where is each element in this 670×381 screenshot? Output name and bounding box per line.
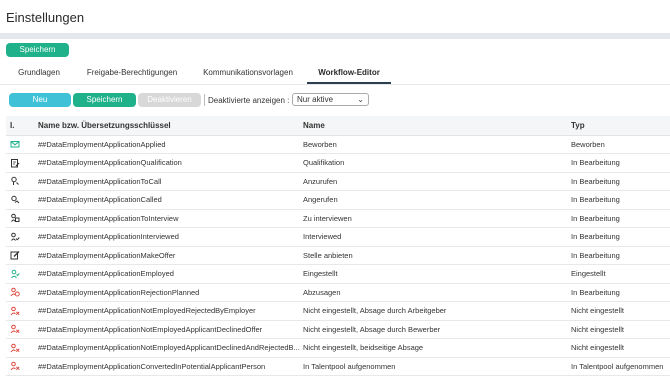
row-key: ##DataEmploymentApplicationToCall xyxy=(32,172,300,191)
row-type: Beworben xyxy=(568,135,670,154)
header-key[interactable]: Name bzw. Übersetzungsschlüssel xyxy=(32,116,300,136)
deactivate-button[interactable]: Deaktivieren xyxy=(138,93,201,107)
row-name: Nicht eingestellt, Absage durch Bewerber xyxy=(300,320,568,339)
row-key: ##DataEmploymentApplicationApplied xyxy=(32,135,300,154)
row-key: ##DataEmploymentApplicationInterviewed xyxy=(32,227,300,247)
header-type[interactable]: Typ xyxy=(568,116,670,136)
tab-kommunikationsvorlagen[interactable]: Kommunikationsvorlagen xyxy=(196,66,300,84)
chevron-down-icon: ⌄ xyxy=(357,95,364,104)
row-type: Nicht eingestellt xyxy=(568,338,670,358)
row-key: ##DataEmploymentApplicationEmployed xyxy=(32,264,300,284)
row-type: Eingestellt xyxy=(568,264,670,284)
row-key: ##DataEmploymentApplicationRejectionPlan… xyxy=(32,283,300,302)
row-name: Qualifikation xyxy=(300,153,568,173)
envelope-icon xyxy=(10,139,20,149)
user-x-icon xyxy=(10,343,20,353)
table-row[interactable]: ##DataEmploymentApplicationQualification… xyxy=(6,153,670,173)
table-row[interactable]: ##DataEmploymentApplicationToCall Anzuruf… xyxy=(6,172,670,191)
show-deactivated-select[interactable]: Nur aktive ⌄ xyxy=(292,93,369,106)
row-type: In Bearbeitung xyxy=(568,172,670,191)
row-key: ##DataEmploymentApplicationQualification xyxy=(32,153,300,173)
tab-freigabe-berechtigungen[interactable]: Freigabe-Berechtigungen xyxy=(80,66,184,84)
row-type: In Bearbeitung xyxy=(568,190,670,210)
show-deactivated-label: Deaktivierte anzeigen : xyxy=(208,96,290,105)
row-type: In Bearbeitung xyxy=(568,246,670,265)
table-row[interactable]: ##DataEmploymentApplicationNotEmployedAp… xyxy=(6,320,670,339)
toolbar-separator xyxy=(204,94,205,106)
tab-workflow-editor[interactable]: Workflow-Editor xyxy=(307,66,391,84)
table-row[interactable]: ##DataEmploymentApplicationConvertedInPo… xyxy=(6,357,670,376)
header-bar: Einstellungen xyxy=(0,0,670,33)
interview-icon xyxy=(10,213,20,223)
row-name: Zu interviewen xyxy=(300,209,568,228)
header-icon[interactable]: I. xyxy=(6,116,32,136)
user-x-icon xyxy=(10,324,20,334)
row-key: ##DataEmploymentApplicationToInterview xyxy=(32,209,300,228)
row-type: In Bearbeitung xyxy=(568,153,670,173)
tab-grundlagen[interactable]: Grundlagen xyxy=(8,66,70,84)
row-type: Nicht eingestellt xyxy=(568,301,670,321)
row-type: In Bearbeitung xyxy=(568,227,670,247)
save-button[interactable]: Speichern xyxy=(73,93,136,107)
show-deactivated-value: Nur aktive xyxy=(297,95,334,104)
header-name[interactable]: Name xyxy=(300,116,568,136)
tab-underline xyxy=(0,84,670,85)
row-name: In Talentpool aufgenommen xyxy=(300,357,568,376)
workflow-table: I. Name bzw. Übersetzungsschlüssel Name … xyxy=(6,116,670,376)
row-type: Nicht eingestellt xyxy=(568,320,670,339)
table-row[interactable]: ##DataEmploymentApplicationNotEmployedAp… xyxy=(6,338,670,358)
table-row[interactable]: ##DataEmploymentApplicationApplied Beworb… xyxy=(6,135,670,154)
row-name: Angerufen xyxy=(300,190,568,210)
table-header-row: I. Name bzw. Übersetzungsschlüssel Name … xyxy=(6,116,670,136)
row-key: ##DataEmploymentApplicationNotEmployedAp… xyxy=(32,320,300,339)
table-row[interactable]: ##DataEmploymentApplicationRejectionPlan… xyxy=(6,283,670,302)
row-name: Nicht eingestellt, Absage durch Arbeitge… xyxy=(300,301,568,321)
row-name: Abzusagen xyxy=(300,283,568,302)
row-key: ##DataEmploymentApplicationMakeOffer xyxy=(32,246,300,265)
row-type: In Bearbeitung xyxy=(568,209,670,228)
row-name: Eingestellt xyxy=(300,264,568,284)
row-name: Anzurufen xyxy=(300,172,568,191)
table-row[interactable]: ##DataEmploymentApplicationInterviewed In… xyxy=(6,227,670,247)
row-type: In Bearbeitung xyxy=(568,283,670,302)
row-key: ##DataEmploymentApplicationCalled xyxy=(32,190,300,210)
row-name: Nicht eingestellt, beidseitige Absage xyxy=(300,338,568,358)
save-settings-button[interactable]: Speichern xyxy=(6,43,69,57)
user-x-icon xyxy=(10,306,20,316)
page-title: Einstellungen xyxy=(6,10,85,25)
row-name: Interviewed xyxy=(300,227,568,247)
table-row[interactable]: ##DataEmploymentApplicationCalled Angeruf… xyxy=(6,190,670,210)
row-name: Stelle anbieten xyxy=(300,246,568,265)
interviewed-icon xyxy=(10,232,20,242)
call-icon xyxy=(10,176,20,186)
user-check-icon xyxy=(10,269,20,279)
table-row[interactable]: ##DataEmploymentApplicationNotEmployedRe… xyxy=(6,301,670,321)
new-button[interactable]: Neu xyxy=(9,93,71,107)
row-key: ##DataEmploymentApplicationNotEmployedRe… xyxy=(32,301,300,321)
user-clock-icon xyxy=(10,287,20,297)
row-key: ##DataEmploymentApplicationConvertedInPo… xyxy=(32,357,300,376)
table-row[interactable]: ##DataEmploymentApplicationToInterview Zu… xyxy=(6,209,670,228)
table-row[interactable]: ##DataEmploymentApplicationMakeOffer Stel… xyxy=(6,246,670,265)
row-type: In Talentpool aufgenommen xyxy=(568,357,670,376)
offer-edit-icon xyxy=(10,250,20,260)
called-icon xyxy=(10,195,20,205)
row-name: Beworben xyxy=(300,135,568,154)
user-x-icon xyxy=(10,361,20,371)
tab-bar: Grundlagen Freigabe-Berechtigungen Kommu… xyxy=(0,66,670,86)
document-edit-icon xyxy=(10,158,20,168)
row-key: ##DataEmploymentApplicationNotEmployedAp… xyxy=(32,338,300,358)
table-row[interactable]: ##DataEmploymentApplicationEmployed Einge… xyxy=(6,264,670,284)
